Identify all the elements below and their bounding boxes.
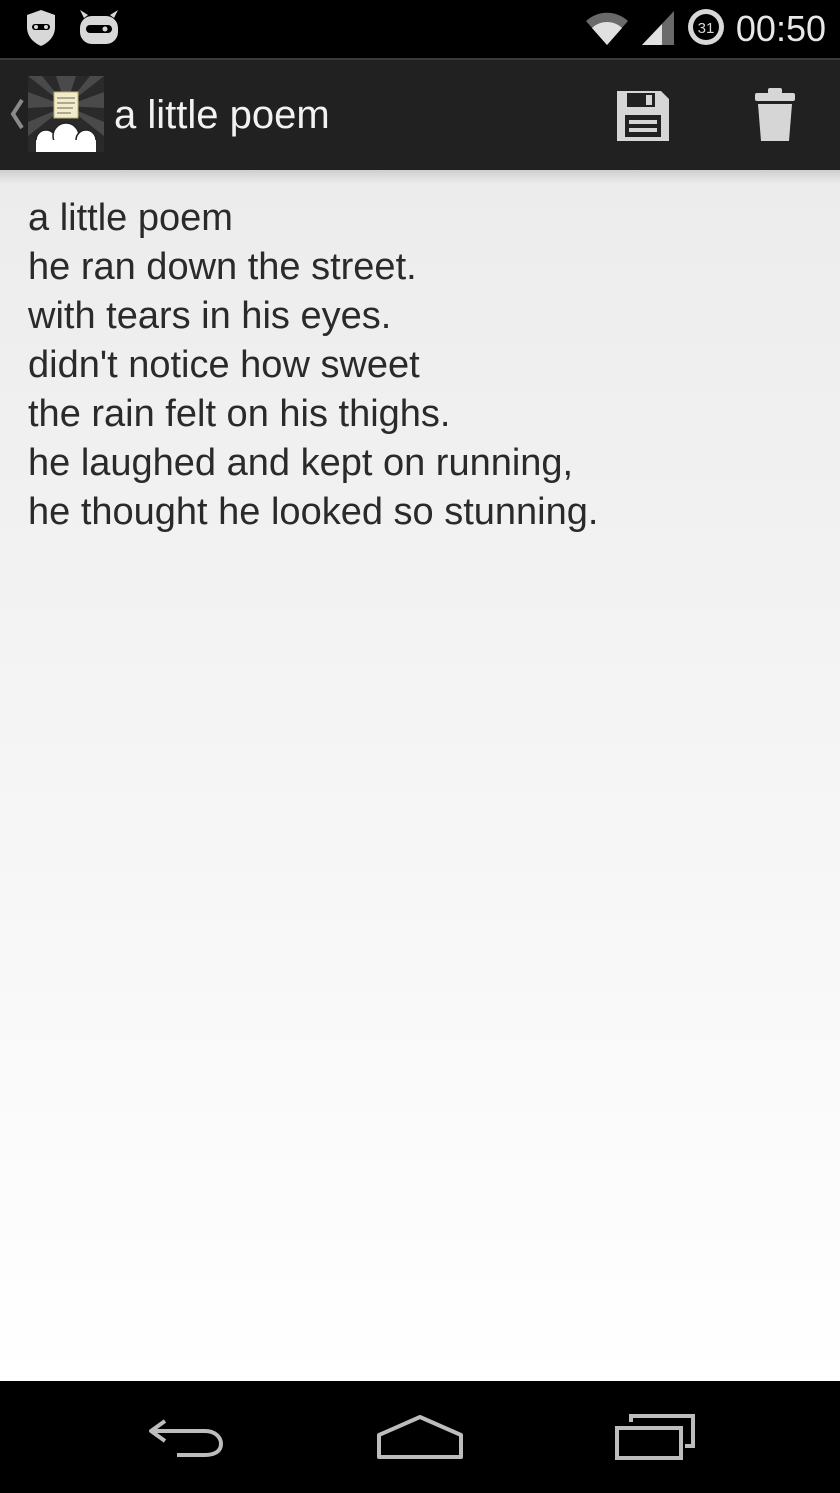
navigation-bar <box>0 1381 840 1493</box>
back-icon <box>149 1419 224 1457</box>
note-line: didn't notice how sweet <box>28 344 420 386</box>
recents-button[interactable] <box>600 1407 710 1467</box>
status-clock: 00:50 <box>735 8 826 49</box>
recents-icon <box>615 1414 695 1460</box>
status-right-icons: 31 00:50 <box>584 6 826 52</box>
save-icon <box>617 91 669 141</box>
wifi-icon <box>584 7 630 52</box>
home-button[interactable] <box>365 1407 475 1467</box>
status-bar: 31 00:50 <box>0 0 840 58</box>
back-button[interactable] <box>130 1407 240 1467</box>
note-text[interactable]: a little poem he ran down the street. wi… <box>28 194 818 537</box>
cyanogenmod-icon <box>76 8 122 53</box>
note-line: a little poem <box>28 197 233 239</box>
screen: 31 00:50 a little poem a little poem he … <box>0 0 840 1493</box>
delete-button[interactable] <box>744 84 806 146</box>
calendar-day: 31 <box>698 20 715 37</box>
up-caret-icon[interactable] <box>8 94 26 134</box>
cell-signal-icon <box>640 7 676 52</box>
page-title: a little poem <box>114 93 330 137</box>
save-button[interactable] <box>610 86 676 146</box>
calendar-badge-icon: 31 <box>686 7 726 52</box>
note-editor[interactable]: a little poem he ran down the street. wi… <box>0 170 840 1381</box>
trash-icon <box>755 88 795 141</box>
note-line: with tears in his eyes. <box>28 295 392 337</box>
action-bar: a little poem <box>0 58 840 170</box>
note-line: he ran down the street. <box>28 246 417 288</box>
note-line: he thought he looked so stunning. <box>28 491 599 533</box>
note-line: he laughed and kept on running, <box>28 442 574 484</box>
home-icon <box>377 1415 463 1459</box>
status-left-icons <box>24 8 122 53</box>
note-line: the rain felt on his thighs. <box>28 393 451 435</box>
shield-icon <box>24 8 58 53</box>
app-logo-icon[interactable] <box>28 76 104 152</box>
